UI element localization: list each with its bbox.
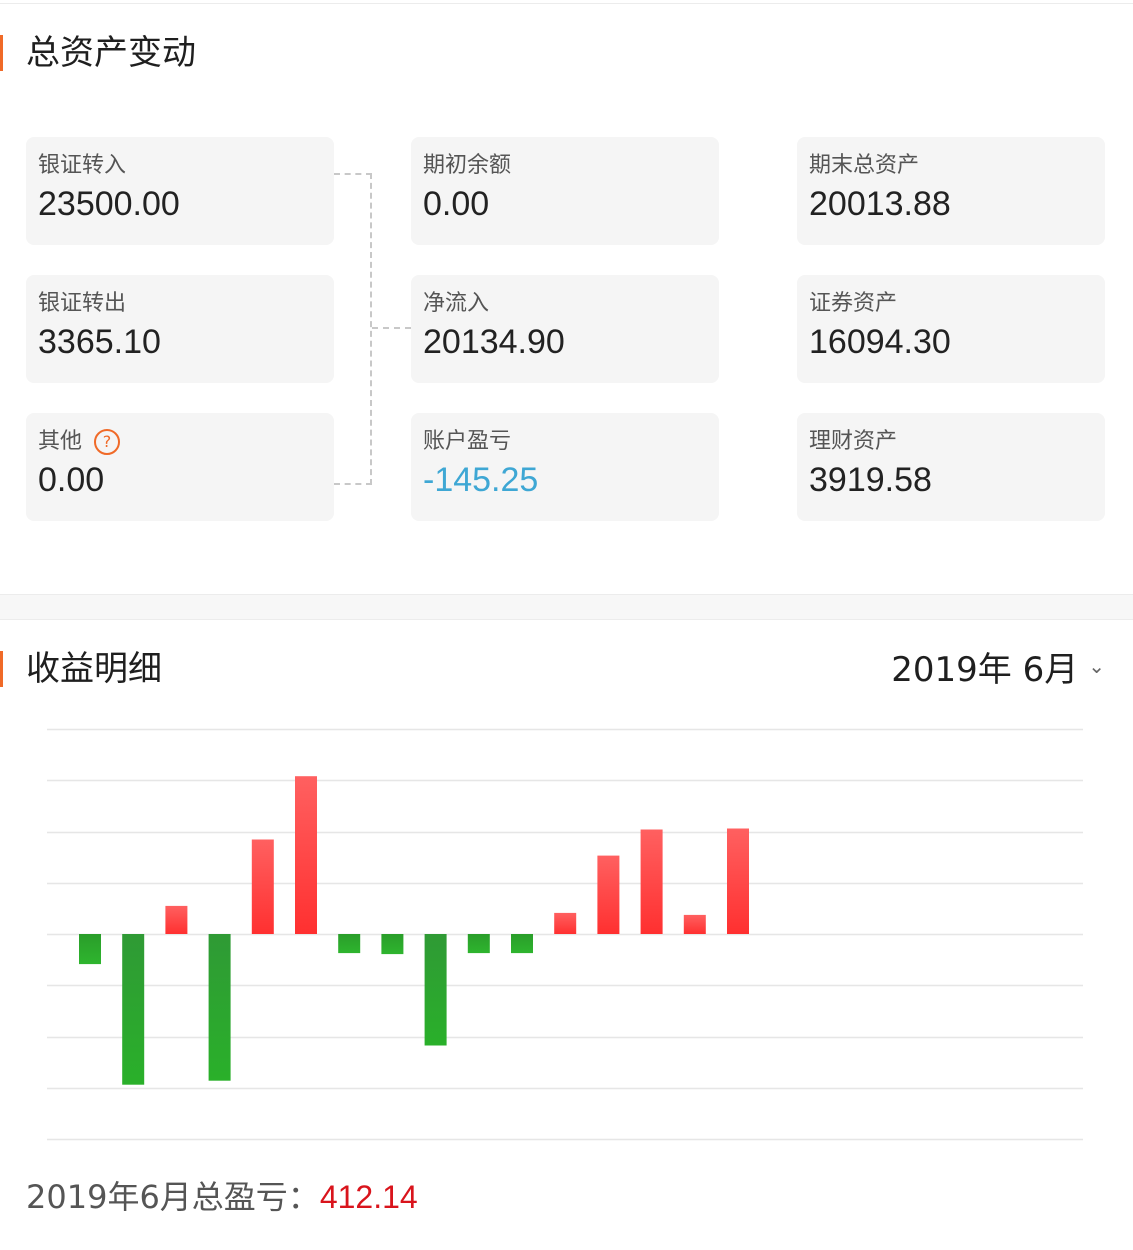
month-selector[interactable]: 2019年 6月 ⌄ (891, 648, 1105, 692)
card-bank-out: 银证转出 3365.10 (26, 275, 334, 383)
card-value: 3919.58 (809, 461, 932, 499)
card-value: 16094.30 (809, 323, 951, 361)
income-section-title: 收益明细 (0, 649, 162, 689)
asset-section-title: 总资产变动 (0, 33, 196, 73)
monthly-total-value: 412.14 (319, 1179, 418, 1215)
card-label: 银证转入 (38, 153, 127, 178)
card-value: 0.00 (38, 461, 105, 499)
chevron-down-icon: ⌄ (1088, 654, 1105, 678)
bar-loss[interactable] (511, 934, 533, 954)
bar-loss[interactable] (122, 934, 145, 1085)
card-account-pl: 账户盈亏 -145.25 (411, 413, 719, 521)
bar-profit[interactable] (295, 776, 317, 934)
month-selector-value: 2019年 6月 (891, 650, 1079, 690)
card-net-inflow: 净流入 20134.90 (411, 275, 719, 383)
card-other: 其他 ? 0.00 (26, 413, 334, 521)
card-opening-balance: 期初余额 0.00 (411, 137, 719, 245)
chart-grid (47, 728, 1083, 1141)
card-label: 其他 (38, 429, 83, 454)
bar-loss[interactable] (381, 934, 404, 955)
bar-profit[interactable] (597, 855, 620, 934)
card-value: 20013.88 (809, 185, 951, 223)
card-bank-in: 银证转入 23500.00 (26, 137, 334, 245)
card-label-row: 其他 ? (38, 427, 322, 457)
bar-loss[interactable] (424, 934, 447, 1046)
chart-bars (79, 776, 749, 1085)
card-label: 期末总资产 (809, 153, 920, 178)
card-wealth: 理财资产 3919.58 (797, 413, 1105, 521)
bar-loss[interactable] (467, 934, 490, 954)
card-value: 20134.90 (423, 323, 565, 361)
card-label: 期初余额 (423, 153, 512, 178)
flow-connector-line (372, 327, 411, 329)
card-securities: 证券资产 16094.30 (797, 275, 1105, 383)
bar-loss[interactable] (208, 934, 231, 1081)
card-ending-total: 期末总资产 20013.88 (797, 137, 1105, 245)
question-circle-icon[interactable]: ? (94, 429, 121, 455)
card-label: 账户盈亏 (423, 429, 512, 454)
bar-profit[interactable] (727, 828, 749, 935)
card-label: 理财资产 (809, 429, 898, 454)
bar-profit[interactable] (165, 905, 188, 934)
bar-profit[interactable] (554, 912, 577, 934)
flow-connector-bracket (334, 173, 372, 485)
bar-loss[interactable] (338, 934, 361, 954)
card-value: 23500.00 (38, 185, 180, 223)
bar-profit[interactable] (251, 839, 274, 935)
card-label: 证券资产 (809, 291, 898, 316)
card-label: 银证转出 (38, 291, 127, 316)
section-divider (0, 594, 1133, 620)
card-value: -145.25 (423, 461, 539, 499)
daily-pl-bar-chart (47, 728, 1083, 1141)
card-value: 3365.10 (38, 323, 161, 361)
bar-profit[interactable] (683, 914, 706, 934)
top-border (0, 0, 1133, 4)
monthly-total: 2019年6月总盈亏：412.14 (26, 1176, 418, 1218)
card-value: 0.00 (423, 185, 490, 223)
card-label: 净流入 (423, 291, 490, 316)
monthly-total-label: 2019年6月总盈亏： (26, 1178, 320, 1216)
bar-loss[interactable] (79, 934, 101, 965)
bar-profit[interactable] (640, 829, 663, 935)
